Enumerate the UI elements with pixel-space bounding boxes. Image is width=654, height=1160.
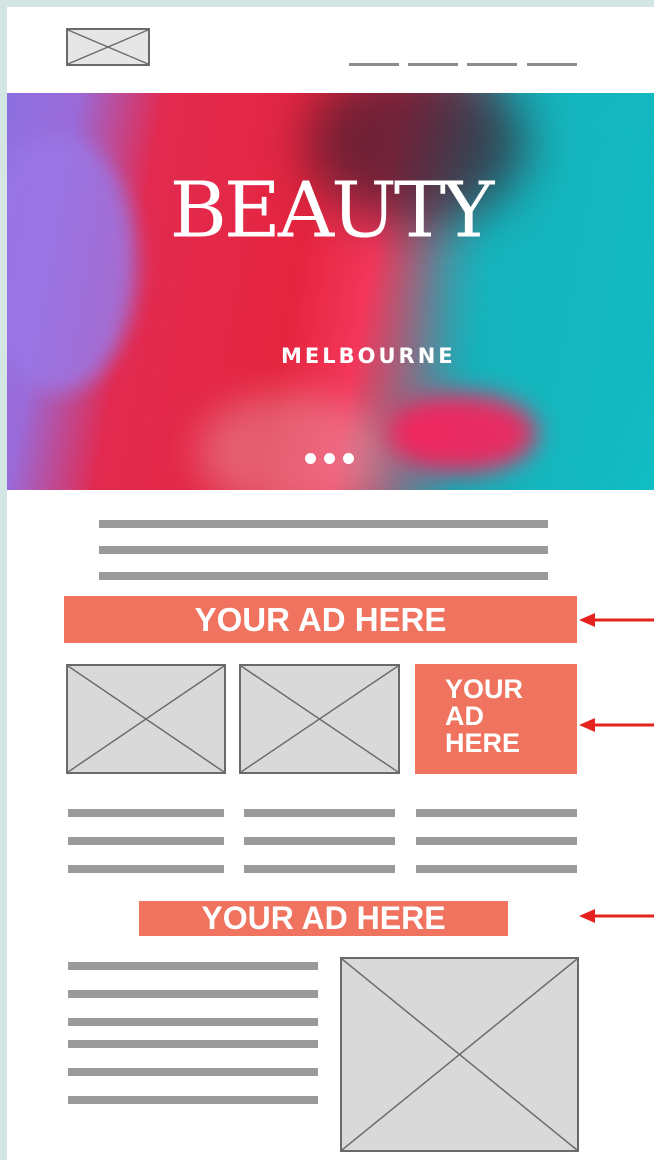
image-placeholder-icon: [342, 959, 577, 1150]
ad-square-line-2: AD: [445, 701, 484, 731]
col1-text-line: [68, 837, 224, 845]
brand-title: BEAUTY: [169, 166, 495, 256]
ad-banner-top[interactable]: YOUR AD HERE: [64, 596, 577, 643]
carousel-dot-2[interactable]: [324, 453, 335, 464]
col3-text-line: [416, 837, 577, 845]
image-placeholder-icon: [241, 666, 398, 772]
carousel-dot-3[interactable]: [343, 453, 354, 464]
col2-text-line: [244, 837, 395, 845]
arrow-left-icon: [579, 909, 654, 923]
page-mockup: BEAUTY MELBOURNE YOUR AD HERE YOUR AD HE…: [7, 7, 654, 1160]
ad-square[interactable]: YOUR AD HERE: [415, 664, 577, 774]
carousel-dots[interactable]: [305, 453, 354, 464]
ad-banner-bottom-label: YOUR AD HERE: [201, 900, 446, 936]
intro-text-line: [99, 546, 548, 554]
intro-text-line: [99, 520, 548, 528]
image-placeholder-icon: [68, 666, 224, 772]
image-placeholder-large[interactable]: [340, 957, 579, 1152]
col2-text-line: [244, 865, 395, 873]
col1-text-line: [68, 809, 224, 817]
image-placeholder-2[interactable]: [239, 664, 400, 774]
col3-text-line: [416, 809, 577, 817]
bottom-text-line: [68, 1096, 318, 1104]
brand-subtitle: MELBOURNE: [281, 344, 456, 368]
bottom-text-line: [68, 1040, 318, 1048]
arrow-left-icon: [579, 718, 654, 732]
image-placeholder-icon: [68, 30, 148, 64]
image-placeholder-1[interactable]: [66, 664, 226, 774]
nav-item-4[interactable]: [527, 63, 577, 66]
ad-banner-top-label: YOUR AD HERE: [194, 600, 447, 638]
logo-placeholder[interactable]: [66, 28, 150, 66]
ad-square-line-1: YOUR: [445, 674, 524, 704]
ad-banner-bottom[interactable]: YOUR AD HERE: [139, 900, 508, 936]
bottom-text-line: [68, 1018, 318, 1026]
ad-square-line-3: HERE: [445, 728, 521, 758]
col1-text-line: [68, 865, 224, 873]
col3-text-line: [416, 865, 577, 873]
intro-text-line: [99, 572, 548, 580]
arrow-left-icon: [579, 613, 654, 627]
bottom-text-line: [68, 990, 318, 998]
carousel-dot-1[interactable]: [305, 453, 316, 464]
hero-banner[interactable]: [7, 93, 654, 490]
bottom-text-line: [68, 1068, 318, 1076]
nav-item-3[interactable]: [467, 63, 517, 66]
nav-item-2[interactable]: [408, 63, 458, 66]
col2-text-line: [244, 809, 395, 817]
nav-item-1[interactable]: [349, 63, 399, 66]
bottom-text-line: [68, 962, 318, 970]
